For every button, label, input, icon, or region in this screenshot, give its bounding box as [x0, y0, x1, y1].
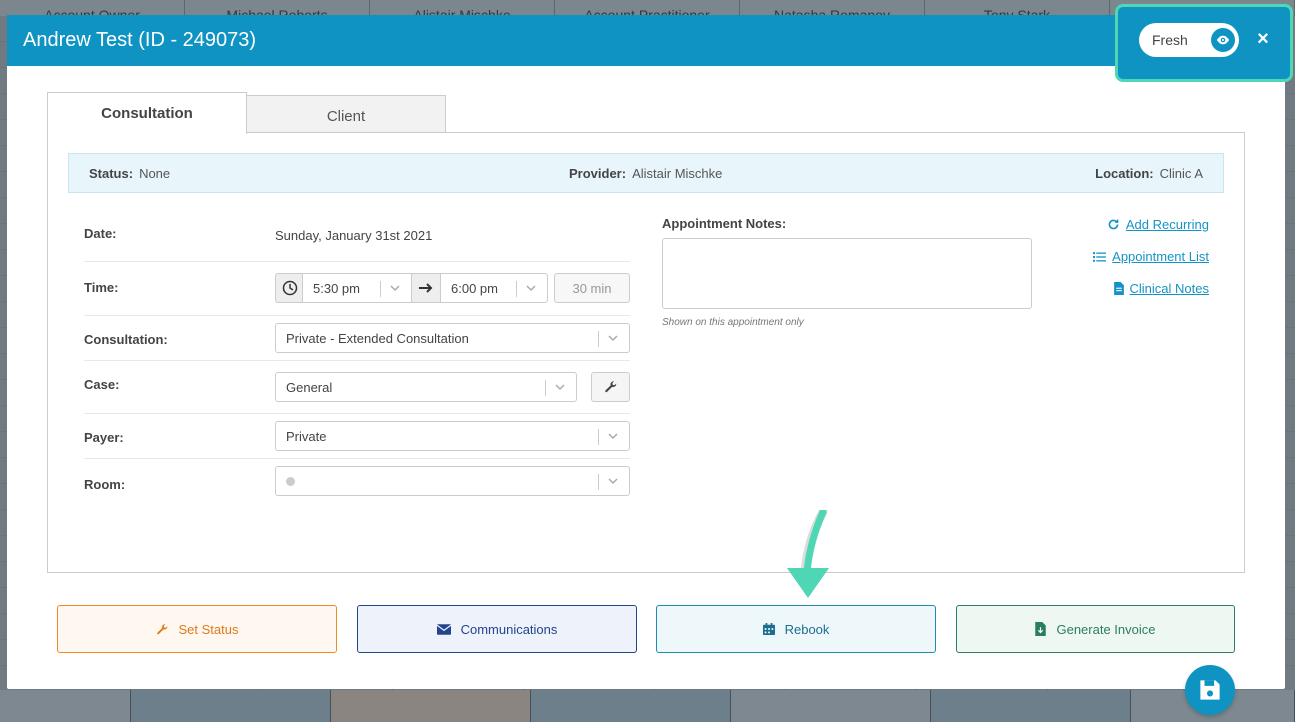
calendar-column-headers: Account Owner Michael Roberts Alistair M…: [0, 0, 1295, 16]
end-time-select[interactable]: 6:00 pm: [440, 273, 548, 303]
generate-invoice-button[interactable]: Generate Invoice: [956, 605, 1235, 653]
location-info-label: Location:: [1095, 165, 1154, 181]
chevron-down-icon: [608, 478, 618, 485]
wrench-icon: [156, 623, 167, 634]
add-recurring-label: Add Recurring: [1125, 217, 1209, 232]
case-select[interactable]: General: [275, 372, 577, 402]
set-status-label: Set Status: [178, 621, 239, 637]
appointment-notes-hint: Shown on this appointment only: [662, 317, 804, 328]
payer-select[interactable]: Private: [275, 421, 630, 451]
appointment-notes-label: Appointment Notes:: [662, 216, 787, 231]
calendar-column-header: Account Practitioner: [555, 0, 740, 16]
status-pill-label: Fresh: [1152, 32, 1188, 48]
clinical-notes-link[interactable]: Clinical Notes: [1113, 281, 1209, 296]
eye-icon[interactable]: [1211, 28, 1235, 52]
provider-info: Provider: Alistair Mischke: [569, 166, 722, 181]
status-info-label: Status:: [89, 165, 134, 181]
time-label: Time:: [84, 280, 119, 295]
case-row: Case: General: [84, 361, 630, 414]
appointment-list-link[interactable]: Appointment List: [1093, 249, 1209, 264]
time-row: Time: 5:30 pm 6:00 pm 30 min: [84, 262, 630, 316]
tab-label: Consultation: [101, 105, 193, 122]
room-select[interactable]: [275, 466, 630, 496]
file-icon: [1113, 282, 1124, 295]
date-value: Sunday, January 31st 2021: [275, 228, 433, 243]
room-color-dot: [286, 476, 295, 486]
close-icon[interactable]: ×: [1251, 27, 1275, 51]
calendar-column-header: Tony Stark: [925, 0, 1110, 16]
clinical-notes-label: Clinical Notes: [1129, 281, 1209, 296]
duration-field: 30 min: [554, 273, 630, 303]
appointment-notes-textarea[interactable]: [662, 238, 1032, 309]
calendar-column-header: Alistair Mischke: [370, 0, 555, 16]
payer-row: Payer: Private: [84, 414, 630, 459]
add-recurring-link[interactable]: Add Recurring: [1107, 217, 1209, 232]
consultation-label: Consultation:: [84, 332, 168, 347]
provider-info-label: Provider:: [569, 165, 627, 181]
status-info: Status: None: [89, 166, 170, 181]
chevron-down-icon: [526, 285, 536, 292]
room-label: Room:: [84, 477, 126, 492]
provider-info-value: Alistair Mischke: [632, 165, 723, 181]
consultation-value: Private - Extended Consultation: [286, 330, 469, 346]
date-row: Date: Sunday, January 31st 2021: [84, 208, 630, 262]
modal-header: Andrew Test (ID - 249073): [7, 15, 1285, 66]
wrench-icon: [604, 381, 616, 393]
end-time-value: 6:00 pm: [451, 280, 498, 296]
calendar-icon: [762, 623, 775, 635]
case-value: General: [286, 379, 333, 395]
status-info-value: None: [139, 165, 171, 181]
modal-title: Andrew Test (ID - 249073): [23, 29, 257, 51]
pointer-arrow-annotation: [787, 510, 829, 598]
appointment-modal: Andrew Test (ID - 249073) Fresh × Consul…: [7, 4, 1293, 689]
location-info: Location: Clinic A: [1095, 166, 1203, 181]
consultation-panel: Status: None Provider: Alistair Mischke Lo…: [47, 132, 1245, 573]
list-icon: [1093, 251, 1107, 262]
communications-label: Communications: [460, 621, 558, 637]
date-label: Date:: [84, 226, 117, 241]
payer-label: Payer:: [84, 430, 124, 445]
calendar-column-header: Natasha Romanov: [740, 0, 925, 16]
tab-client[interactable]: Client: [246, 95, 446, 136]
payer-value: Private: [286, 428, 327, 444]
appointment-info-bar: Status: None Provider: Alistair Mischke Lo…: [68, 153, 1224, 193]
calendar-bottom-cells: [0, 690, 1295, 722]
start-time-select[interactable]: 5:30 pm: [302, 273, 412, 303]
chevron-down-icon: [608, 335, 618, 342]
save-icon: [1200, 680, 1220, 700]
save-button[interactable]: [1185, 665, 1235, 715]
duration-value: 30 min: [572, 280, 612, 296]
tab-label: Client: [326, 107, 366, 125]
refresh-icon: [1108, 219, 1119, 230]
invoice-file-icon: [1035, 622, 1047, 636]
generate-invoice-label: Generate Invoice: [1056, 621, 1156, 637]
rebook-button[interactable]: Rebook: [656, 605, 936, 653]
rebook-label: Rebook: [784, 621, 830, 637]
consultation-select[interactable]: Private - Extended Consultation: [275, 323, 630, 353]
appointment-list-label: Appointment List: [1112, 249, 1209, 264]
chevron-down-icon: [390, 285, 400, 292]
start-time-value: 5:30 pm: [313, 280, 360, 296]
set-status-button[interactable]: Set Status: [57, 605, 337, 653]
arrow-right-icon: [412, 273, 440, 303]
tab-consultation[interactable]: Consultation: [47, 92, 247, 134]
room-row: Room:: [84, 459, 630, 504]
chevron-down-icon: [608, 433, 618, 440]
appointment-status-pill[interactable]: Fresh: [1139, 23, 1239, 57]
clock-icon: [275, 273, 303, 303]
consultation-row: Consultation: Private - Extended Consult…: [84, 316, 630, 361]
calendar-column-header: Account Owner: [0, 0, 185, 16]
edit-case-button[interactable]: [591, 372, 630, 402]
envelope-icon: [436, 623, 451, 635]
case-label: Case:: [84, 377, 120, 392]
location-info-value: Clinic A: [1159, 165, 1203, 181]
communications-button[interactable]: Communications: [357, 605, 637, 653]
calendar-column-header: Michael Roberts: [185, 0, 370, 16]
chevron-down-icon: [555, 384, 565, 391]
